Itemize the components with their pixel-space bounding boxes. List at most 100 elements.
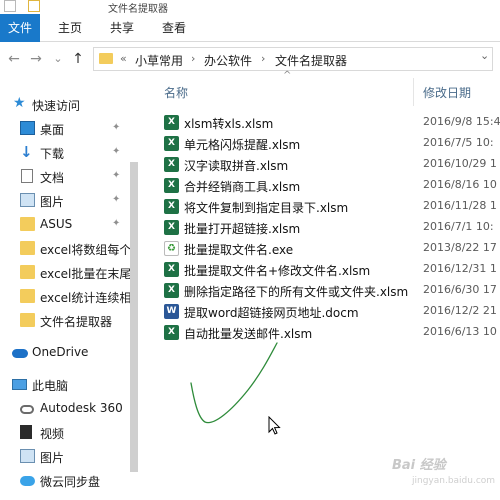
sidebar-item-documents[interactable]: 文档 ✦: [0, 166, 150, 188]
excel-file-icon: X: [164, 136, 179, 151]
sidebar-this-pc[interactable]: 此电脑: [0, 374, 150, 396]
quick-access-properties-icon[interactable]: [4, 0, 16, 12]
baidu-watermark-logo: Bai 经验: [392, 458, 446, 473]
sidebar-item-excel-array[interactable]: excel将数组每个: [0, 238, 150, 260]
file-row[interactable]: X 自动批量发送邮件.xlsm 2016/6/13 10: [158, 322, 498, 343]
file-date: 2016/6/13 10: [423, 325, 497, 338]
breadcrumb-separator-icon[interactable]: ›: [261, 52, 265, 65]
file-date: 2016/6/30 17: [423, 283, 497, 296]
forward-arrow-icon[interactable]: →: [28, 51, 44, 67]
pin-icon[interactable]: ✦: [112, 170, 120, 181]
pin-icon[interactable]: ✦: [112, 218, 120, 229]
file-row[interactable]: W 提取word超链接网页地址.docm 2016/12/2 21: [158, 301, 498, 322]
sidebar-label: 文件名提取器: [40, 315, 113, 329]
file-row[interactable]: X 汉字读取拼音.xlsm 2016/10/29 1: [158, 154, 498, 175]
column-divider[interactable]: [413, 78, 414, 106]
file-date: 2016/7/1 10:: [423, 220, 494, 233]
file-row[interactable]: ♻ 批量提取文件名.exe 2013/8/22 17: [158, 238, 498, 259]
sidebar-item-videos[interactable]: 视频: [0, 422, 150, 444]
sidebar-item-desktop[interactable]: 桌面 ✦: [0, 118, 150, 140]
mouse-cursor-icon: [268, 416, 281, 435]
folder-icon: [20, 289, 35, 303]
excel-file-icon: X: [164, 262, 179, 277]
address-bar[interactable]: « 小草常用 › 办公软件 › 文件名提取器 ⌄: [93, 47, 493, 71]
window-title: 文件名提取器: [108, 4, 168, 15]
file-date: 2016/12/2 21: [423, 304, 497, 317]
address-dropdown-icon[interactable]: ⌄: [480, 49, 489, 62]
file-row[interactable]: X 批量提取文件名+修改文件名.xlsm 2016/12/31 1: [158, 259, 498, 280]
up-arrow-icon[interactable]: ↑: [70, 51, 86, 67]
file-row[interactable]: X 合并经销商工具.xlsm 2016/8/16 10: [158, 175, 498, 196]
tab-view[interactable]: 查看: [162, 14, 186, 42]
sidebar-item-weiyun[interactable]: 微云同步盘: [0, 470, 150, 492]
file-date: 2016/12/31 1: [423, 262, 497, 275]
sidebar-item-excel-count[interactable]: excel统计连续相: [0, 286, 150, 308]
breadcrumb-office[interactable]: 办公软件: [204, 52, 252, 69]
breadcrumb-separator-icon[interactable]: ›: [191, 52, 195, 65]
tab-home[interactable]: 主页: [58, 14, 82, 42]
pin-icon[interactable]: ✦: [112, 122, 120, 133]
file-date: 2016/9/8 15:4: [423, 115, 500, 128]
sidebar-item-excel-append[interactable]: excel批量在末尾: [0, 262, 150, 284]
sidebar-label: 下载: [40, 147, 65, 161]
column-header-name[interactable]: 名称: [164, 84, 188, 101]
sidebar-label: 微云同步盘: [40, 475, 101, 489]
tab-share[interactable]: 共享: [110, 14, 134, 42]
sidebar-item-pictures[interactable]: 图片 ✦: [0, 190, 150, 212]
recent-locations-icon[interactable]: ⌄: [50, 51, 66, 67]
sidebar-label: excel将数组每个: [40, 243, 132, 257]
breadcrumb-current[interactable]: 文件名提取器: [275, 52, 347, 69]
address-overflow-icon[interactable]: «: [120, 52, 127, 65]
recycle-exe-icon: ♻: [164, 241, 179, 256]
file-row[interactable]: X 单元格闪烁提醒.xlsm 2016/7/5 10:: [158, 133, 498, 154]
address-row: ← → ⌄ ↑ « 小草常用 › 办公软件 › 文件名提取器 ⌄: [0, 42, 500, 76]
sidebar-label: 图片: [40, 195, 65, 209]
autodesk-icon: [20, 405, 34, 414]
sidebar-label: Autodesk 360: [40, 401, 123, 415]
back-arrow-icon[interactable]: ←: [6, 51, 22, 67]
file-date: 2016/10/29 1: [423, 157, 497, 170]
sidebar-onedrive[interactable]: OneDrive: [0, 342, 150, 364]
sidebar-item-pc-pictures[interactable]: 图片: [0, 446, 150, 468]
pin-icon[interactable]: ✦: [112, 194, 120, 205]
onedrive-cloud-icon: [12, 349, 28, 358]
file-row[interactable]: X 删除指定路径下的所有文件或文件夹.xlsm 2016/6/30 17: [158, 280, 498, 301]
file-name: 删除指定路径下的所有文件或文件夹.xlsm: [184, 285, 409, 299]
file-name: 单元格闪烁提醒.xlsm: [184, 138, 301, 152]
baidu-watermark-url: jingyan.baidu.com: [412, 476, 496, 486]
excel-file-icon: X: [164, 283, 179, 298]
sidebar-label: OneDrive: [32, 345, 89, 359]
file-date: 2016/7/5 10:: [423, 136, 494, 149]
sidebar-label: ASUS: [40, 217, 73, 231]
file-row[interactable]: X xlsm转xls.xlsm 2016/9/8 15:4: [158, 112, 500, 133]
sidebar-scrollbar[interactable]: [130, 162, 138, 472]
column-header-modified[interactable]: 修改日期: [423, 84, 471, 101]
file-row[interactable]: X 将文件复制到指定目录下.xlsm 2016/11/28 1: [158, 196, 498, 217]
file-name: 批量提取文件名.exe: [184, 243, 294, 257]
sidebar-item-filename-extractor[interactable]: 文件名提取器: [0, 310, 150, 332]
file-name: 汉字读取拼音.xlsm: [184, 159, 289, 173]
file-name: 合并经销商工具.xlsm: [184, 180, 301, 194]
quick-access-folder-icon[interactable]: [28, 0, 40, 12]
sidebar-item-autodesk[interactable]: Autodesk 360: [0, 398, 150, 420]
file-list: ^ 名称 修改日期 X xlsm转xls.xlsm 2016/9/8 15:4 …: [150, 70, 500, 500]
sidebar-item-asus[interactable]: ASUS ✦: [0, 214, 150, 236]
navigation-pane: ★ 快速访问 桌面 ✦ ↓ 下载 ✦ 文档 ✦ 图片 ✦ ASUS ✦ exce…: [0, 76, 150, 500]
file-row[interactable]: X 批量打开超链接.xlsm 2016/7/1 10:: [158, 217, 498, 238]
tab-file[interactable]: 文件: [0, 14, 40, 42]
star-icon: ★: [13, 95, 26, 111]
sidebar-label: 此电脑: [32, 379, 69, 393]
file-date: 2013/8/22 17: [423, 241, 497, 254]
excel-file-icon: X: [164, 220, 179, 235]
pictures-icon: [20, 449, 35, 463]
sidebar-item-downloads[interactable]: ↓ 下载 ✦: [0, 142, 150, 164]
file-date: 2016/11/28 1: [423, 199, 497, 212]
file-date: 2016/8/16 10: [423, 178, 497, 191]
excel-file-icon: X: [164, 178, 179, 193]
file-name: xlsm转xls.xlsm: [184, 117, 274, 131]
folder-icon: [99, 53, 113, 64]
pin-icon[interactable]: ✦: [112, 146, 120, 157]
documents-icon: [21, 169, 33, 183]
sidebar-quick-access[interactable]: ★ 快速访问: [0, 94, 150, 116]
breadcrumb-xiaocao[interactable]: 小草常用: [135, 52, 183, 69]
